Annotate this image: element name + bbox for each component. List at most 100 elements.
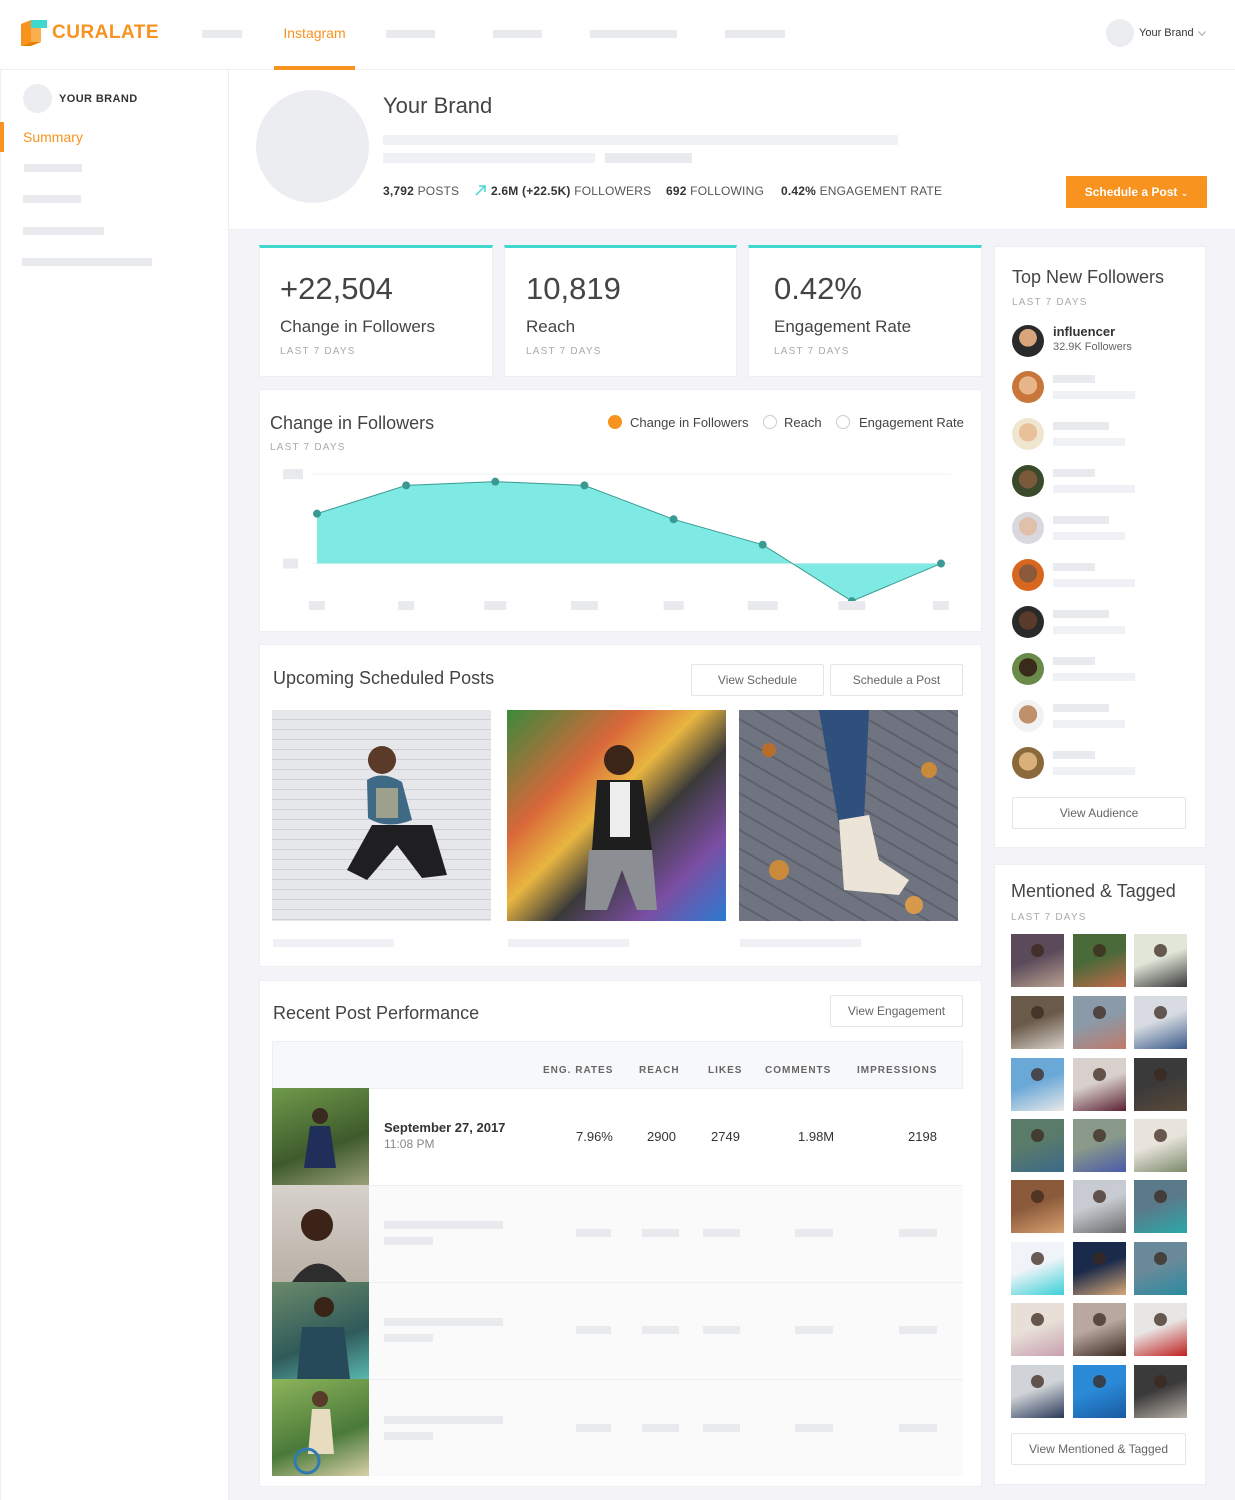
mentioned-photo-thumbnail[interactable]	[1134, 996, 1187, 1049]
nav-item-placeholder[interactable]	[725, 30, 785, 38]
mentioned-photo-thumbnail[interactable]	[1073, 1180, 1126, 1233]
sidebar-item-summary[interactable]: Summary	[0, 122, 228, 152]
mentioned-photo-thumbnail[interactable]	[1134, 1303, 1187, 1356]
follower-name[interactable]: influencer	[1053, 324, 1115, 339]
column-header-impressions[interactable]: IMPRESSIONS	[857, 1065, 937, 1076]
mentioned-photo-thumbnail[interactable]	[1011, 934, 1064, 987]
person-head-icon	[1031, 1252, 1044, 1265]
radio-icon[interactable]	[836, 415, 850, 429]
mentioned-photo-thumbnail[interactable]	[1134, 934, 1187, 987]
follower-avatar[interactable]	[1012, 325, 1044, 357]
legend-engagement-rate[interactable]: Engagement Rate	[859, 415, 964, 430]
following-stat: 692 FOLLOWING	[666, 184, 764, 198]
mentioned-photo-thumbnail[interactable]	[1073, 996, 1126, 1049]
chart-data-point[interactable]	[758, 540, 767, 549]
post-date: September 27, 2017	[384, 1120, 506, 1135]
radio-selected-icon[interactable]	[608, 415, 622, 429]
column-header-likes[interactable]: LIKES	[708, 1065, 742, 1076]
follower-avatar[interactable]	[1012, 371, 1044, 403]
name-placeholder	[1053, 375, 1095, 383]
mentioned-photo-thumbnail[interactable]	[1073, 1365, 1126, 1418]
value-placeholder	[795, 1326, 833, 1334]
name-placeholder	[1053, 563, 1095, 571]
column-header-comments[interactable]: COMMENTS	[765, 1065, 831, 1076]
follower-avatar[interactable]	[1012, 559, 1044, 591]
nav-item-placeholder[interactable]	[590, 30, 677, 38]
table-row[interactable]	[272, 1282, 963, 1379]
mentioned-photo-thumbnail[interactable]	[1011, 1303, 1064, 1356]
sidebar-item-placeholder[interactable]	[24, 164, 82, 172]
schedule-post-button-secondary[interactable]: Schedule a Post	[830, 664, 963, 696]
column-header-eng-rates[interactable]: ENG. RATES	[543, 1065, 613, 1076]
mentioned-photo-thumbnail[interactable]	[1011, 1058, 1064, 1111]
date-placeholder	[384, 1416, 503, 1424]
sidebar-item-placeholder[interactable]	[23, 195, 81, 203]
mentioned-photo-thumbnail[interactable]	[1134, 1119, 1187, 1172]
follower-avatar[interactable]	[1012, 653, 1044, 685]
post-thumbnail[interactable]	[272, 1088, 369, 1185]
follower-avatar[interactable]	[1012, 747, 1044, 779]
table-row[interactable]	[272, 1379, 963, 1476]
chart-data-point[interactable]	[937, 559, 945, 568]
mentioned-photo-thumbnail[interactable]	[1073, 1058, 1126, 1111]
kpi-period: LAST 7 DAYS	[526, 346, 602, 357]
sidebar-item-placeholder[interactable]	[22, 258, 152, 266]
chart-data-point[interactable]	[491, 477, 500, 486]
radio-icon[interactable]	[763, 415, 777, 429]
mentioned-photo-thumbnail[interactable]	[1134, 1365, 1187, 1418]
chart-data-point[interactable]	[402, 481, 411, 490]
mentioned-photo-thumbnail[interactable]	[1134, 1180, 1187, 1233]
follower-avatar[interactable]	[1012, 512, 1044, 544]
table-row[interactable]	[272, 1088, 963, 1185]
chart-data-point[interactable]	[669, 515, 678, 524]
chart-data-point[interactable]	[580, 481, 589, 490]
scheduled-post-image[interactable]	[272, 710, 491, 921]
mentioned-photo-thumbnail[interactable]	[1073, 1303, 1126, 1356]
nav-item-placeholder[interactable]	[202, 30, 242, 38]
link-placeholder[interactable]	[605, 153, 692, 163]
post-thumbnail[interactable]	[272, 1185, 369, 1282]
account-menu-label[interactable]: Your Brand	[1139, 27, 1194, 39]
mentioned-photo-thumbnail[interactable]	[1073, 1242, 1126, 1295]
nav-item-placeholder[interactable]	[493, 30, 542, 38]
x-tick-label-placeholder	[398, 601, 415, 610]
kpi-value: 0.42%	[774, 271, 862, 306]
mentioned-photo-thumbnail[interactable]	[1011, 996, 1064, 1049]
mentioned-photo-thumbnail[interactable]	[1011, 1242, 1064, 1295]
view-mentioned-tagged-button[interactable]: View Mentioned & Tagged	[1011, 1433, 1186, 1465]
legend-change-in-followers[interactable]: Change in Followers	[630, 415, 749, 430]
nav-tab-instagram[interactable]: Instagram	[274, 0, 355, 70]
scheduled-post-image[interactable]	[507, 710, 726, 921]
follower-avatar[interactable]	[1012, 606, 1044, 638]
person-head-icon	[1031, 1375, 1044, 1388]
chevron-down-icon[interactable]	[1198, 31, 1206, 37]
value-placeholder	[795, 1424, 833, 1432]
sidebar-item-placeholder[interactable]	[23, 227, 104, 235]
mentioned-photo-thumbnail[interactable]	[1011, 1365, 1064, 1418]
schedule-post-button[interactable]: Schedule a Post ⌄	[1066, 176, 1207, 208]
chart-data-point[interactable]	[313, 509, 321, 518]
legend-reach[interactable]: Reach	[784, 415, 822, 430]
view-engagement-button[interactable]: View Engagement	[830, 995, 963, 1027]
person-head-icon	[1093, 1129, 1106, 1142]
logo-text[interactable]: CURALATE	[52, 22, 159, 44]
post-thumbnail[interactable]	[272, 1282, 369, 1379]
nav-item-placeholder[interactable]	[386, 30, 435, 38]
follower-avatar[interactable]	[1012, 418, 1044, 450]
kpi-card-reach: 10,819 Reach LAST 7 DAYS	[504, 245, 737, 377]
post-thumbnail[interactable]	[272, 1379, 369, 1476]
scheduled-post-image[interactable]	[739, 710, 958, 921]
follower-avatar[interactable]	[1012, 465, 1044, 497]
mentioned-photo-thumbnail[interactable]	[1011, 1180, 1064, 1233]
view-schedule-button[interactable]: View Schedule	[691, 664, 824, 696]
mentioned-photo-thumbnail[interactable]	[1134, 1058, 1187, 1111]
mentioned-photo-thumbnail[interactable]	[1134, 1242, 1187, 1295]
mentioned-photo-thumbnail[interactable]	[1011, 1119, 1064, 1172]
mentioned-photo-thumbnail[interactable]	[1073, 1119, 1126, 1172]
table-row[interactable]	[272, 1185, 963, 1282]
follower-avatar[interactable]	[1012, 700, 1044, 732]
view-audience-button[interactable]: View Audience	[1012, 797, 1186, 829]
mentioned-photo-thumbnail[interactable]	[1073, 934, 1126, 987]
column-header-reach[interactable]: REACH	[639, 1065, 680, 1076]
avatar[interactable]	[1106, 19, 1134, 47]
